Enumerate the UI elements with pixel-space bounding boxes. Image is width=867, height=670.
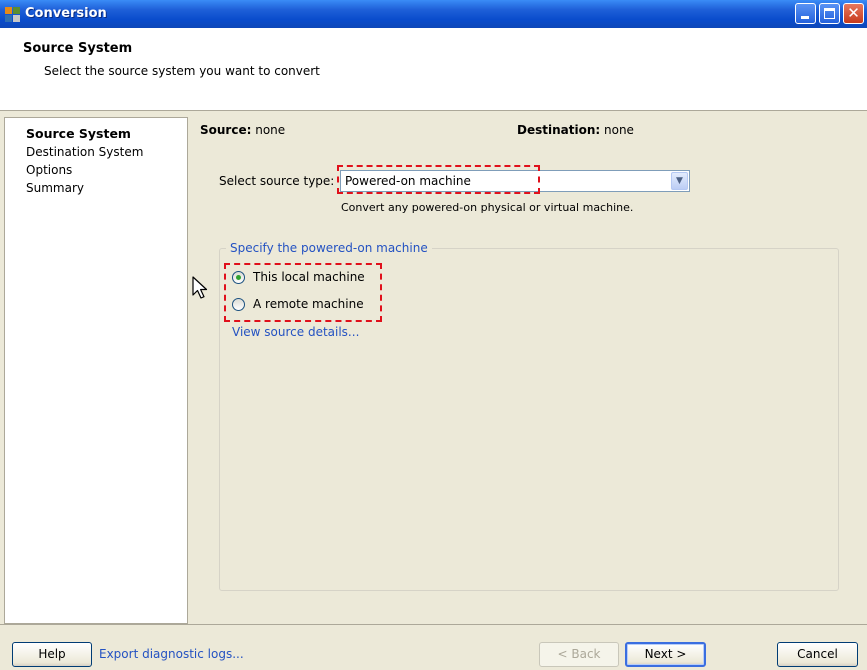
page-subtitle: Select the source system you want to con… [44, 64, 320, 78]
destination-value: none [604, 123, 634, 137]
sidebar-item-options[interactable]: Options [26, 163, 72, 177]
page-title: Source System [23, 41, 133, 56]
cancel-button[interactable]: Cancel [777, 642, 858, 667]
sidebar-item-source-system[interactable]: Source System [26, 126, 131, 141]
minimize-button[interactable] [795, 3, 816, 24]
wizard-header: Source System Select the source system y… [0, 28, 867, 111]
mouse-cursor-icon [192, 276, 208, 299]
source-value: none [255, 123, 286, 137]
wizard-steps-sidebar: Source System Destination System Options… [4, 117, 188, 624]
source-type-hint: Convert any powered-on physical or virtu… [341, 201, 634, 214]
sidebar-item-destination-system[interactable]: Destination System [26, 145, 143, 159]
maximize-button[interactable] [819, 3, 840, 24]
highlight-box-radios [224, 263, 382, 322]
highlight-box-select [337, 165, 540, 194]
source-label: Source: [200, 123, 252, 137]
window-title: Conversion [25, 6, 107, 21]
back-button[interactable]: < Back [539, 642, 619, 667]
help-button[interactable]: Help [12, 642, 92, 667]
chevron-down-icon[interactable]: ▼ [671, 172, 688, 190]
footer-divider [0, 624, 867, 625]
close-icon: ✕ [847, 4, 860, 22]
source-summary: Source: none [200, 123, 285, 137]
destination-summary: Destination: none [517, 123, 634, 137]
close-button[interactable]: ✕ [843, 3, 864, 24]
app-icon [5, 7, 20, 22]
maximize-icon [824, 8, 835, 19]
export-diagnostic-logs-link[interactable]: Export diagnostic logs... [99, 647, 244, 661]
title-bar[interactable]: Conversion ✕ [0, 0, 867, 28]
source-type-label: Select source type: [219, 174, 335, 188]
minimize-icon [801, 16, 809, 19]
group-title: Specify the powered-on machine [226, 241, 432, 255]
destination-label: Destination: [517, 123, 601, 137]
sidebar-item-summary[interactable]: Summary [26, 181, 84, 195]
next-button[interactable]: Next > [625, 642, 706, 667]
view-source-details-link[interactable]: View source details... [232, 325, 359, 339]
